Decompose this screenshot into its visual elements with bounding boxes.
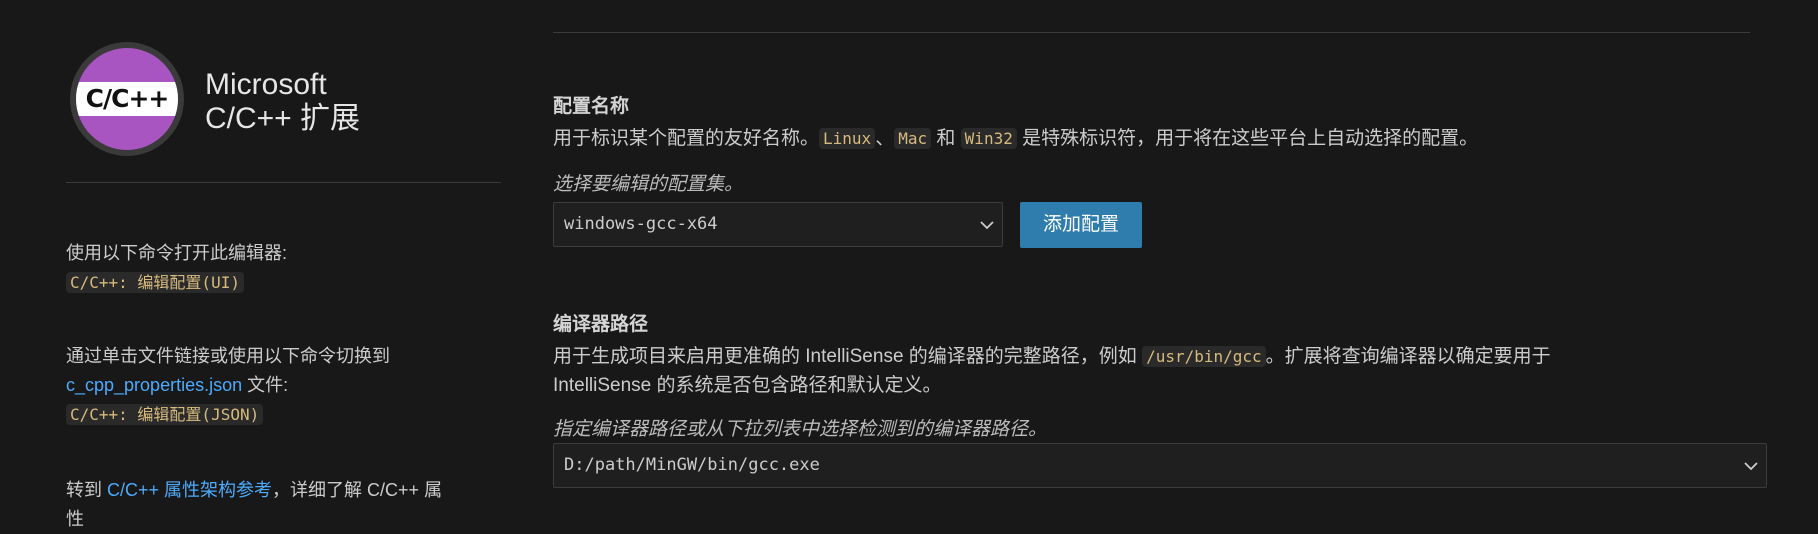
schema-reference-info: 转到 C/C++ 属性架构参考，详细了解 C/C++ 属 性 [66, 480, 443, 529]
config-name-description: 用于标识某个配置的友好名称。 Linux、 Mac 和 Win32 是特殊标识符，用… [553, 128, 1479, 149]
code-example-path: /usr/bin/gcc [1142, 346, 1266, 367]
cpp-logo: C/C++ [70, 42, 184, 156]
chevron-down-icon[interactable] [1742, 457, 1760, 475]
top-divider [553, 32, 1750, 33]
code-win32: Win32 [960, 128, 1017, 149]
logo-text: C/C++ [85, 84, 170, 113]
json-command: C/C++: 编辑配置(JSON) [66, 404, 264, 425]
code-mac: Mac [894, 128, 932, 149]
extension-name: Microsoft C/C++ 扩展 [205, 68, 361, 135]
sidebar: C/C++ Microsoft C/C++ 扩展 使用以下命令打开此编辑器: C… [0, 0, 510, 529]
compiler-path-title: 编译器路径 [553, 314, 649, 335]
compiler-path-input[interactable]: D:/path/MinGW/bin/gcc.exe [553, 443, 1767, 488]
config-name-title: 配置名称 [553, 96, 630, 117]
compiler-path-hint: 指定编译器路径或从下拉列表中选择检测到的编译器路径。 [553, 419, 1048, 440]
config-select[interactable]: windows-gcc-x64 [553, 202, 1003, 247]
config-select-hint: 选择要编辑的配置集。 [553, 174, 744, 195]
code-linux: Linux [819, 128, 876, 149]
compiler-path-description: 用于生成项目来启用更准确的 IntelliSense 的编译器的完整路径，例如 … [553, 346, 1551, 396]
chevron-down-icon [980, 221, 994, 230]
switch-json-info: 通过单击文件链接或使用以下命令切换到 c_cpp_properties.json… [66, 346, 390, 425]
open-editor-info: 使用以下命令打开此编辑器: C/C++: 编辑配置(UI) [66, 243, 287, 293]
ui-command: C/C++: 编辑配置(UI) [66, 272, 244, 293]
schema-reference-link[interactable]: C/C++ 属性架构参考 [107, 480, 272, 500]
json-file-link[interactable]: c_cpp_properties.json [66, 375, 242, 395]
sidebar-divider [66, 182, 501, 183]
add-config-button[interactable]: 添加配置 [1020, 202, 1142, 248]
